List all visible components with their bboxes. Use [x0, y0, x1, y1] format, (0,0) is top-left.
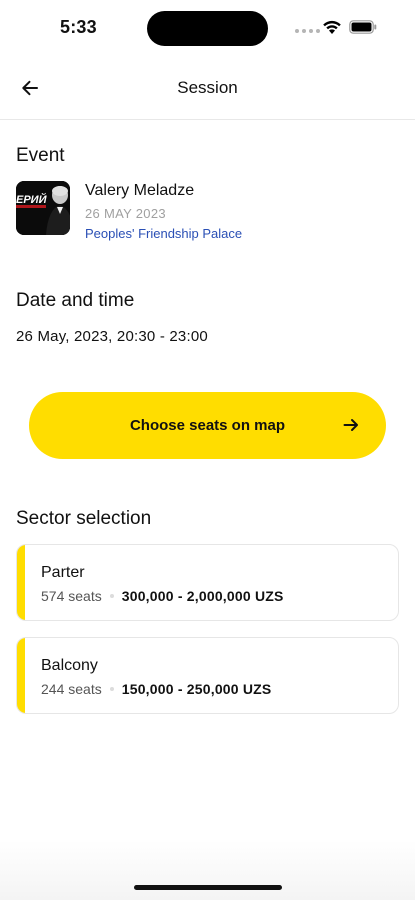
event-name: Valery Meladze — [85, 182, 195, 199]
sector-name: Parter — [41, 564, 85, 581]
event-date: 26 MAY 2023 — [85, 206, 166, 221]
bottom-fade — [0, 840, 415, 900]
choose-seats-label: Choose seats on map — [129, 417, 286, 434]
page-title: Session — [177, 78, 238, 97]
sector-price-range: 150,000 - 250,000 UZS — [121, 681, 272, 697]
sector-meta: 244 seats 150,000 - 250,000 UZS — [41, 681, 271, 697]
cellular-signal-icon — [295, 29, 320, 33]
sector-card-parter[interactable]: Parter 574 seats 300,000 - 2,000,000 UZS — [16, 544, 399, 621]
event-poster-graphic: ЕРИЙ — [16, 181, 70, 235]
svg-text:ЕРИЙ: ЕРИЙ — [16, 193, 48, 206]
sector-name: Balcony — [41, 657, 98, 674]
datetime-value: 26 May, 2023, 20:30 - 23:00 — [16, 328, 208, 345]
sector-price-range: 300,000 - 2,000,000 UZS — [121, 588, 284, 604]
battery-icon — [349, 20, 377, 34]
sector-card-balcony[interactable]: Balcony 244 seats 150,000 - 250,000 UZS — [16, 637, 399, 714]
status-bar: 5:33 — [0, 0, 415, 56]
event-poster-image[interactable]: ЕРИЙ — [16, 181, 70, 235]
app-header: Session — [0, 56, 415, 120]
sector-seats-count: 574 seats — [41, 588, 102, 604]
separator-dot — [109, 594, 114, 598]
home-indicator[interactable] — [134, 885, 282, 890]
sector-accent-bar — [17, 545, 25, 620]
status-time: 5:33 — [60, 17, 97, 37]
dynamic-island — [147, 11, 268, 46]
separator-dot — [109, 687, 114, 691]
sector-seats-count: 244 seats — [41, 681, 102, 697]
sector-accent-bar — [17, 638, 25, 713]
wifi-icon — [323, 20, 341, 34]
datetime-section-title: Date and time — [16, 290, 135, 311]
sector-meta: 574 seats 300,000 - 2,000,000 UZS — [41, 588, 284, 604]
event-venue-link[interactable]: Peoples' Friendship Palace — [85, 226, 242, 241]
sector-section-title: Sector selection — [16, 508, 152, 529]
arrow-right-icon — [343, 419, 358, 431]
choose-seats-button[interactable]: Choose seats on map — [29, 392, 386, 459]
event-section-title: Event — [16, 145, 65, 166]
